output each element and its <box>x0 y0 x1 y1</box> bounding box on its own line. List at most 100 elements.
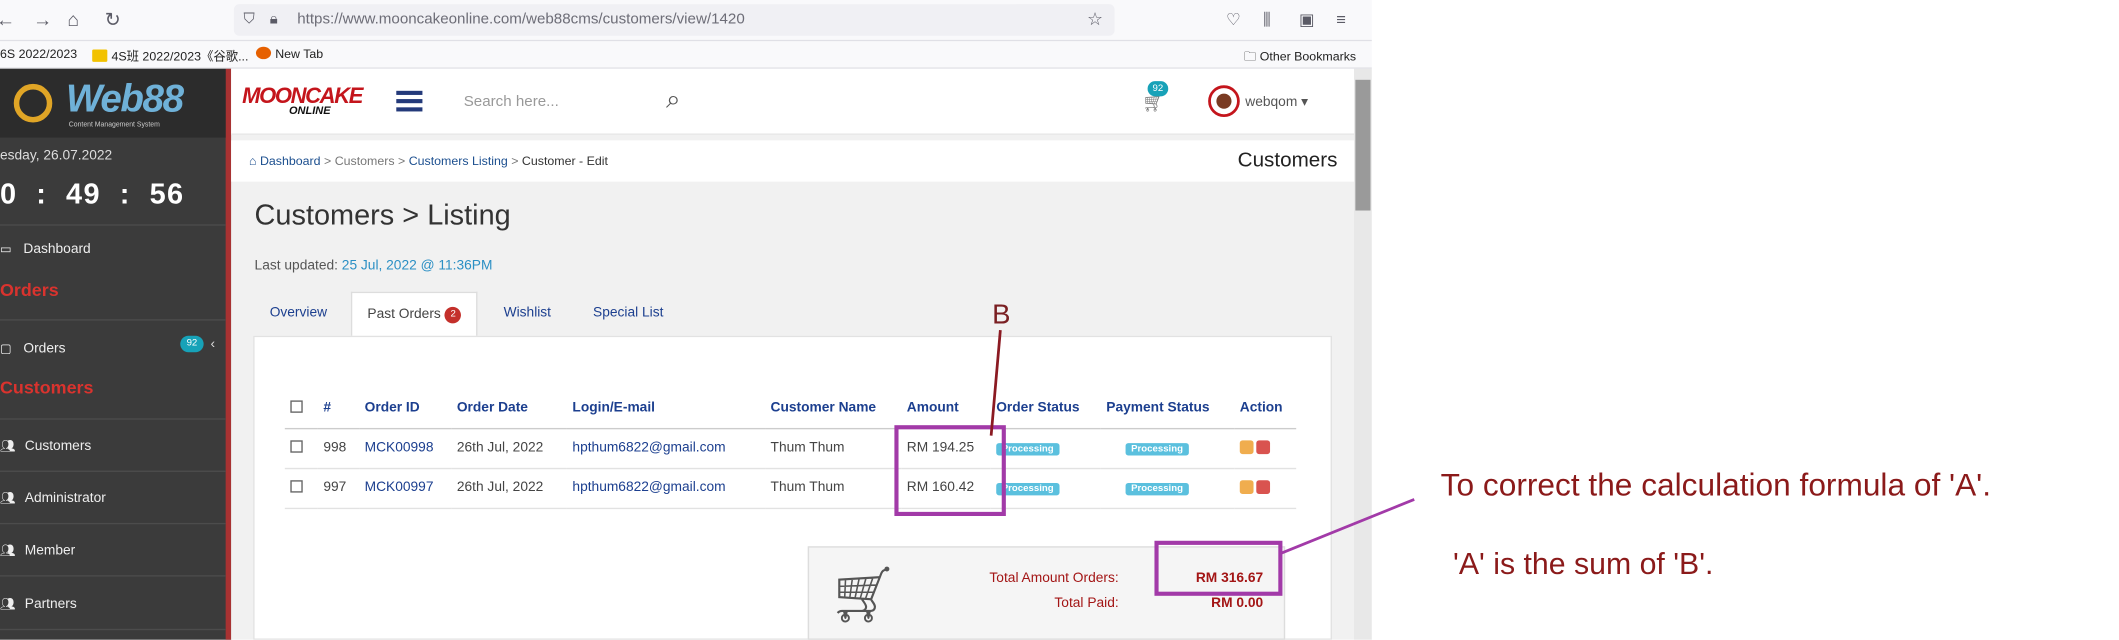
orders-table: # Order ID Order Date Login/E-mail Custo… <box>284 389 1297 509</box>
cart-icon: 🛒︎ <box>828 565 899 627</box>
tab-wishlist[interactable]: Wishlist <box>488 292 566 337</box>
sidebar-item-label: Member <box>24 543 76 559</box>
breadcrumb: ⌂ Dashboard > Customers > Customers List… <box>249 154 608 168</box>
chevron-left-icon[interactable]: ‹ <box>211 337 216 352</box>
search-icon[interactable]: ⌕ <box>666 85 681 115</box>
sidebar-item-label: Customers <box>24 438 92 455</box>
bookmark-item[interactable]: 4S班 2022/2023《谷歌... <box>92 47 248 65</box>
users-icon: 👥︎ <box>0 438 16 453</box>
payment-status-badge: Processing <box>1125 443 1189 456</box>
home-icon[interactable]: ⌂ <box>67 8 79 30</box>
web88-logo[interactable]: Web88 Content Management System <box>0 68 226 138</box>
annotation-text-1: To correct the calculation formula of 'A… <box>1440 466 1992 503</box>
row-checkbox[interactable] <box>284 427 318 469</box>
order-id-link[interactable]: MCK00998 <box>359 427 452 469</box>
column-header[interactable]: Order Date <box>451 389 567 429</box>
customer-name: Thum Thum <box>765 467 902 509</box>
checkbox[interactable] <box>290 479 303 492</box>
other-bookmarks[interactable]: 🗀︎ Other Bookmarks <box>1244 47 1356 69</box>
sidebar-clock: 0 : 49 : 56 <box>0 178 185 211</box>
column-header: # <box>317 389 360 429</box>
delete-icon[interactable] <box>1256 479 1271 494</box>
order-status-cell: Processing <box>990 467 1101 509</box>
view-icon[interactable] <box>1239 439 1254 454</box>
tab-count-badge: 2 <box>444 306 462 324</box>
table-row: 997 MCK00997 26th Jul, 2022 hpthum6822@g… <box>284 467 1297 509</box>
tab-special-list[interactable]: Special List <box>578 292 679 337</box>
user-menu[interactable]: webqom ▾ <box>1245 95 1308 110</box>
column-header[interactable]: Order Status <box>990 389 1101 429</box>
breadcrumb-home-icon: ⌂ <box>249 154 260 168</box>
scrollbar[interactable] <box>1353 68 1372 640</box>
sidebar-item-label: Dashboard <box>23 242 91 258</box>
breadcrumb-listing[interactable]: Customers Listing <box>409 154 508 168</box>
tab-past-orders[interactable]: Past Orders 2 <box>350 291 478 338</box>
column-header[interactable]: Order ID <box>359 389 452 429</box>
cart-icon: ▢ <box>0 341 12 356</box>
tab-label: Past Orders <box>367 306 441 322</box>
bookmarks-bar: 6S 2022/2023 4S班 2022/2023《谷歌... New Tab… <box>0 41 1372 69</box>
sidebar-toggle-icon[interactable]: ▣ <box>1299 8 1315 30</box>
sidebar-item-partners[interactable]: 👥︎ Partners <box>0 575 226 631</box>
select-all-checkbox[interactable] <box>284 389 318 429</box>
shield-icon: ⛉ <box>243 11 255 28</box>
order-email-link[interactable]: hpthum6822@gmail.com <box>566 427 766 469</box>
sidebar-item-administrator[interactable]: 👥︎ Administrator <box>0 470 226 523</box>
last-updated: Last updated: 25 Jul, 2022 @ 11:36PM <box>255 259 493 274</box>
star-icon[interactable]: ☆ <box>1087 8 1103 30</box>
forward-icon[interactable]: → <box>33 8 52 30</box>
delete-icon[interactable] <box>1256 439 1271 454</box>
users-icon: 👥︎ <box>0 597 16 611</box>
order-email-link[interactable]: hpthum6822@gmail.com <box>566 467 766 509</box>
sidebar-item-dashboard[interactable]: ▭ Dashboard <box>0 224 226 265</box>
mooncake-logo-sub: ONLINE <box>288 104 331 117</box>
checkbox[interactable] <box>290 400 303 413</box>
view-icon[interactable] <box>1239 479 1254 494</box>
payment-status-cell: Processing <box>1100 427 1235 469</box>
breadcrumb-current: Customer - Edit <box>521 154 608 168</box>
annotation-box-b <box>894 425 1006 516</box>
order-number: 997 <box>317 467 360 509</box>
tab-overview[interactable]: Overview <box>255 292 343 337</box>
bookmark-item[interactable]: New Tab <box>255 46 323 61</box>
breadcrumb-dashboard[interactable]: Dashboard <box>260 154 321 168</box>
cart-count-badge: 92 <box>1147 81 1169 97</box>
avatar[interactable] <box>1208 85 1240 117</box>
bookmark-favicon-icon <box>92 49 108 62</box>
column-header[interactable]: Customer Name <box>765 389 902 429</box>
sidebar-item-label: Orders <box>23 341 66 357</box>
column-header: Action <box>1234 389 1297 429</box>
scrollbar-thumb[interactable] <box>1355 79 1371 211</box>
annotation-box-a <box>1154 540 1283 596</box>
pocket-icon[interactable]: ♡ <box>1226 8 1241 30</box>
sidebar-item-customers[interactable]: 👥︎ Customers <box>0 418 226 470</box>
sidebar-date: esday, 26.07.2022 <box>0 148 113 164</box>
hamburger-menu-icon[interactable] <box>396 90 423 113</box>
sidebar-item-label: Administrator <box>24 491 106 507</box>
row-checkbox[interactable] <box>284 467 318 509</box>
tab-label: Overview <box>269 305 328 321</box>
search-input[interactable]: Search here... <box>464 94 559 111</box>
column-header[interactable]: Amount <box>901 389 991 429</box>
payment-status-cell: Processing <box>1100 467 1235 509</box>
action-cell <box>1234 467 1297 509</box>
order-id-link[interactable]: MCK00997 <box>359 467 452 509</box>
library-icon[interactable]: ⫼ <box>1263 8 1271 30</box>
url-field[interactable]: ⛉ 🔒︎ https://www.mooncakeonline.com/web8… <box>233 4 1115 36</box>
sidebar-item-label: Partners <box>24 597 77 613</box>
last-updated-label: Last updated: <box>254 258 342 274</box>
reload-icon[interactable]: ↻ <box>105 8 121 30</box>
sidebar-item-member[interactable]: 👥︎ Member <box>0 522 226 575</box>
section-title: Customers <box>1237 148 1338 172</box>
column-header[interactable]: Payment Status <box>1100 389 1235 429</box>
back-icon[interactable]: ← <box>0 8 15 30</box>
column-header[interactable]: Login/E-mail <box>566 389 766 429</box>
order-status-cell: Processing <box>990 427 1101 469</box>
total-amount-orders-label: Total Amount Orders: <box>989 571 1119 587</box>
checkbox[interactable] <box>290 439 303 453</box>
order-date: 26th Jul, 2022 <box>451 467 567 509</box>
menu-icon[interactable]: ≡ <box>1336 8 1346 30</box>
bookmark-item[interactable]: 6S 2022/2023 <box>0 47 77 61</box>
tab-label: Special List <box>593 305 664 321</box>
breadcrumb-customers: Customers <box>334 154 395 168</box>
